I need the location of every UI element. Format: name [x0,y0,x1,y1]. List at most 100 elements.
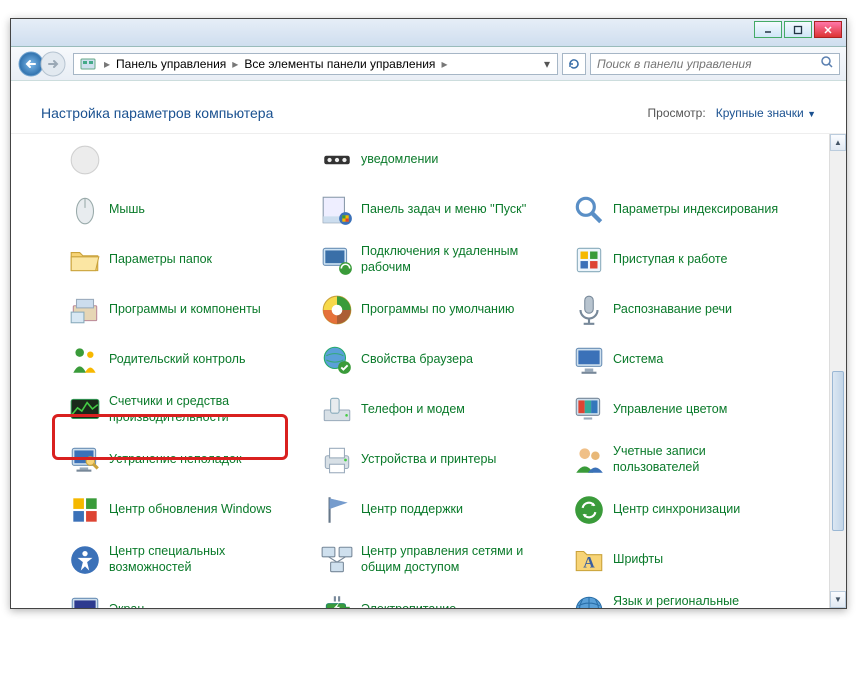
item-label: Телефон и модем [361,402,465,418]
list-item-speech[interactable]: Распознавание речи [571,288,821,332]
scroll-down-button[interactable]: ▼ [830,591,846,608]
item-label: Электропитание [361,602,456,608]
printer-icon [319,442,355,478]
address-dropdown[interactable]: ▾ [539,57,555,71]
titlebar [11,19,846,47]
power-icon [319,592,355,608]
list-item[interactable] [67,138,317,182]
item-label: Мышь [109,202,145,218]
list-item-folder-options[interactable]: Параметры папок [67,238,317,282]
notification-icon [319,142,355,178]
view-value-link[interactable]: Крупные значки ▼ [716,106,816,120]
list-item-mouse[interactable]: Мышь [67,188,317,232]
item-label: Система [613,352,663,368]
list-item-power[interactable]: Электропитание [319,588,569,608]
windows-update-icon [67,492,103,528]
item-label: Счетчики и средства производительности [109,394,289,425]
phone-modem-icon [319,392,355,428]
sync-icon [571,492,607,528]
list-item-devices-printers[interactable]: Устройства и принтеры [319,438,569,482]
color-icon [571,392,607,428]
list-item-parental[interactable]: Родительский контроль [67,338,317,382]
list-item-default-programs[interactable]: Программы по умолчанию [319,288,569,332]
item-label: уведомлении [361,152,438,168]
internet-options-icon [319,342,355,378]
list-item-user-accounts[interactable]: Учетные записи пользователей [571,438,821,482]
list-item-phone-modem[interactable]: Телефон и модем [319,388,569,432]
search-input[interactable] [591,57,815,71]
getting-started-icon [571,242,607,278]
breadcrumb-sep[interactable]: ▸ [437,57,451,71]
close-button[interactable] [814,21,842,38]
search-icon[interactable] [815,55,839,72]
svg-text:A: A [583,554,595,571]
vertical-scrollbar[interactable]: ▲ ▼ [829,134,846,608]
item-label: Параметры папок [109,252,212,268]
list-item-network[interactable]: Центр управления сетями и общим доступом [319,538,569,582]
page-title: Настройка параметров компьютера [41,105,273,121]
maximize-button[interactable] [784,21,812,38]
list-item-taskbar[interactable]: Панель задач и меню ''Пуск'' [319,188,569,232]
item-label: Устранение неполадок [109,452,241,468]
search-bar[interactable] [590,53,840,75]
list-item-internet-options[interactable]: Свойства браузера [319,338,569,382]
troubleshooting-icon [67,442,103,478]
taskbar-icon [319,192,355,228]
item-label: Родительский контроль [109,352,245,368]
list-item-sync-center[interactable]: Центр синхронизации [571,488,821,532]
minimize-button[interactable] [754,21,782,38]
ease-of-access-icon [67,542,103,578]
scroll-up-button[interactable]: ▲ [830,134,846,151]
item-label: Язык и региональные стандарты [613,594,793,608]
display-icon [67,592,103,608]
scroll-thumb[interactable] [832,371,844,531]
user-accounts-icon [571,442,607,478]
item-label: Центр обновления Windows [109,502,272,518]
item-label: Экран [109,602,144,608]
list-item-remote[interactable]: Подключения к удаленным рабочим [319,238,569,282]
list-item-ease-of-access[interactable]: Центр специальных возможностей [67,538,317,582]
item-label: Параметры индексирования [613,202,778,218]
network-icon [319,542,355,578]
list-item-action-center[interactable]: Центр поддержки [319,488,569,532]
control-panel-window: ▸ Панель управления ▸ Все элементы панел… [10,18,847,609]
folder-icon [67,242,103,278]
fonts-icon: A [571,542,607,578]
item-label: Приступая к работе [613,252,727,268]
item-label: Распознавание речи [613,302,732,318]
list-item-display[interactable]: Экран [67,588,317,608]
list-item-performance[interactable]: Счетчики и средства производительности [67,388,317,432]
item-label: Центр специальных возможностей [109,544,289,575]
list-item-region-language[interactable]: Язык и региональные стандарты [571,588,821,608]
list-item-color-management[interactable]: Управление цветом [571,388,821,432]
view-label: Просмотр: [648,106,706,120]
list-item-indexing[interactable]: Параметры индексирования [571,188,821,232]
microphone-icon [571,292,607,328]
item-label: Программы по умолчанию [361,302,514,318]
item-label: Управление цветом [613,402,727,418]
breadcrumb-2[interactable]: Все элементы панели управления [242,57,437,71]
item-label: Устройства и принтеры [361,452,496,468]
list-item-troubleshooting[interactable]: Устранение неполадок [67,438,317,482]
refresh-button[interactable] [562,53,586,75]
default-programs-icon [319,292,355,328]
list-item-windows-update[interactable]: Центр обновления Windows [67,488,317,532]
breadcrumb-sep[interactable]: ▸ [228,57,242,71]
list-item[interactable]: уведомлении [319,138,569,182]
address-bar[interactable]: ▸ Панель управления ▸ Все элементы панел… [73,53,558,75]
item-label: Панель задач и меню ''Пуск'' [361,202,526,218]
list-item-getting-started[interactable]: Приступая к работе [571,238,821,282]
breadcrumb-sep[interactable]: ▸ [100,57,114,71]
indexing-icon [571,192,607,228]
item-label: Шрифты [613,552,663,568]
view-by: Просмотр: Крупные значки ▼ [648,106,816,120]
list-item-programs[interactable]: Программы и компоненты [67,288,317,332]
flag-icon [319,492,355,528]
breadcrumb-1[interactable]: Панель управления [114,57,228,71]
scroll-track[interactable] [830,151,846,591]
list-item-system[interactable]: Система [571,338,821,382]
item-label: Свойства браузера [361,352,473,368]
nav-back-forward[interactable] [17,50,69,78]
list-item-fonts[interactable]: A Шрифты [571,538,821,582]
programs-icon [67,292,103,328]
